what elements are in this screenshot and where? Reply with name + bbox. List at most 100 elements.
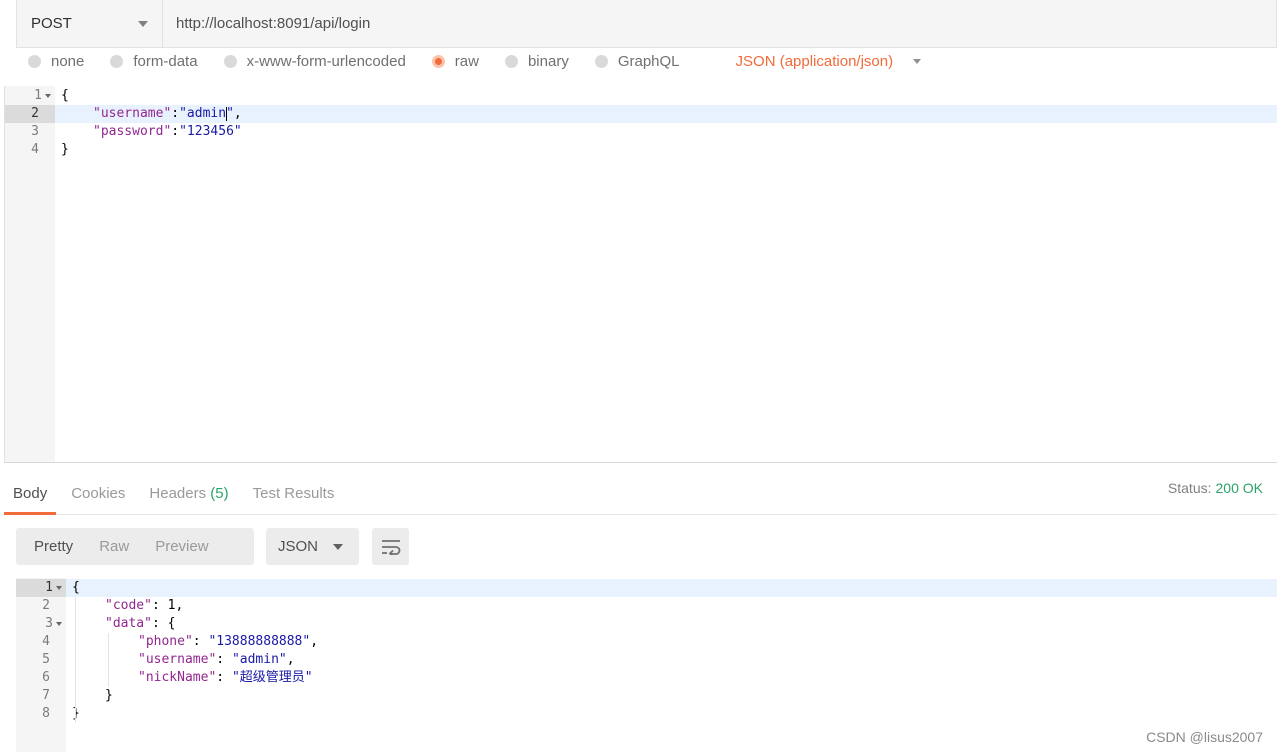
body-type-label: raw — [454, 53, 479, 70]
method-select[interactable]: POST — [17, 0, 163, 47]
radio-button[interactable] — [28, 55, 41, 68]
json-quote: " — [226, 106, 234, 121]
line-number-text: 1 — [34, 88, 42, 103]
code-line: "nickName": "超级管理员" — [138, 669, 313, 687]
line-number-text: 4 — [31, 142, 39, 157]
view-pretty-button[interactable]: Pretty — [16, 538, 73, 555]
json-value: "超级管理员" — [231, 670, 313, 685]
fold-toggle-icon[interactable] — [56, 585, 62, 590]
response-status: Status: 200 OK — [1168, 480, 1263, 496]
json-separator: : — [192, 634, 209, 649]
tab-label: Body — [13, 485, 48, 502]
line-number: 5 — [16, 651, 66, 669]
tab-label: Headers — [149, 485, 207, 502]
line-number: 7 — [16, 687, 66, 705]
line-number-text: 5 — [42, 652, 50, 667]
chevron-down-icon — [913, 59, 922, 64]
tab-cookies[interactable]: Cookies — [62, 485, 134, 514]
line-number: 6 — [16, 669, 66, 687]
line-number-text: 3 — [45, 616, 53, 631]
line-number: 2 — [16, 597, 66, 615]
line-number: 3 — [5, 123, 55, 141]
watermark: CSDN @lisus2007 — [1146, 729, 1263, 745]
code-line: "data": { — [105, 615, 175, 633]
code-line: "phone": "13888888888", — [138, 633, 318, 651]
line-number-text: 8 — [42, 706, 50, 721]
line-number-text: 4 — [42, 634, 50, 649]
tab-test-results[interactable]: Test Results — [244, 485, 344, 514]
radio-button[interactable] — [504, 55, 518, 68]
view-preview-button[interactable]: Preview — [137, 538, 208, 555]
json-separator: : — [171, 106, 180, 121]
json-separator: : — [216, 670, 232, 685]
indent-guide — [75, 597, 76, 723]
wrap-lines-icon — [381, 539, 400, 555]
json-key: "nickName" — [138, 670, 217, 685]
body-type-option[interactable]: none — [28, 53, 84, 70]
indent-guide — [108, 633, 109, 687]
line-number-text: 2 — [31, 106, 39, 121]
content-type-label: JSON (application/json) — [735, 53, 894, 70]
json-punctuation: , — [286, 652, 295, 667]
body-type-option[interactable]: binary — [504, 53, 569, 70]
body-type-label: x-www-form-urlencoded — [246, 53, 406, 70]
json-key: "data" — [105, 616, 152, 631]
code-line: { — [61, 87, 69, 105]
body-type-option[interactable]: form-data — [110, 53, 198, 70]
tab-label: Test Results — [252, 485, 335, 502]
json-brace: { — [167, 616, 176, 631]
json-value: "admin — [179, 106, 227, 121]
content-type-select[interactable]: JSON (application/json) — [736, 53, 922, 70]
postman-window: POST http://localhost:8091/api/login non… — [0, 0, 1277, 752]
fold-toggle-icon[interactable] — [45, 93, 51, 98]
json-brace: { — [61, 88, 69, 103]
line-number: 4 — [5, 141, 55, 159]
body-type-option[interactable]: raw — [431, 53, 479, 70]
url-text: http://localhost:8091/api/login — [176, 15, 371, 32]
code-line: } — [61, 141, 69, 159]
code-line: { — [72, 579, 80, 597]
view-raw-button[interactable]: Raw — [81, 538, 129, 555]
json-key: "username" — [93, 106, 172, 121]
json-key: "password" — [93, 124, 172, 139]
radio-button[interactable] — [110, 55, 124, 68]
code-line: "username":"admin", — [93, 105, 242, 123]
body-type-option[interactable]: x-www-form-urlencoded — [223, 53, 406, 70]
response-body-viewer[interactable]: 1{2 "code": 1, 3 "data": {4 "phone": "138888… — [16, 578, 1277, 752]
json-separator: : — [171, 124, 180, 139]
wrap-lines-button[interactable] — [372, 528, 409, 565]
body-type-label: form-data — [133, 53, 198, 70]
url-input[interactable]: http://localhost:8091/api/login — [163, 0, 1276, 47]
request-body-editor[interactable]: 1{2 "username":"admin", 3 "password":"12345… — [4, 86, 1277, 462]
format-label: JSON — [278, 538, 319, 555]
json-punctuation: , — [310, 634, 319, 649]
code-line: "password":"123456" — [93, 123, 242, 141]
line-number-text: 2 — [42, 598, 50, 613]
radio-button[interactable] — [223, 55, 237, 68]
body-type-list: none form-data x-www-form-urlencoded raw bin… — [28, 53, 922, 70]
line-number: 8 — [16, 705, 66, 723]
active-line-highlight — [66, 579, 1277, 597]
json-separator: : — [216, 652, 232, 667]
body-type-option[interactable]: GraphQL — [594, 53, 680, 70]
json-punctuation: , — [233, 106, 242, 121]
format-select[interactable]: JSON — [266, 528, 359, 565]
radio-button[interactable] — [594, 55, 608, 68]
line-number: 1 — [16, 579, 66, 597]
fold-toggle-icon[interactable] — [56, 621, 62, 626]
line-number: 3 — [16, 615, 66, 633]
tab-headers[interactable]: Headers (5) — [140, 485, 237, 514]
json-value: "13888888888" — [208, 634, 311, 649]
line-number-text: 7 — [42, 688, 50, 703]
radio-button[interactable] — [431, 55, 445, 68]
pane-divider[interactable] — [4, 462, 1277, 463]
body-type-options: none form-data x-www-form-urlencoded raw bin… — [16, 48, 1277, 86]
status-value: 200 OK — [1215, 480, 1263, 496]
chevron-down-icon — [333, 543, 343, 550]
json-value: "admin" — [231, 652, 287, 667]
request-url-bar: POST http://localhost:8091/api/login — [16, 0, 1277, 48]
line-number: 2 — [5, 105, 55, 123]
tab-body[interactable]: Body — [4, 485, 57, 515]
json-brace: } — [105, 688, 113, 703]
line-number-text: 1 — [45, 580, 53, 595]
